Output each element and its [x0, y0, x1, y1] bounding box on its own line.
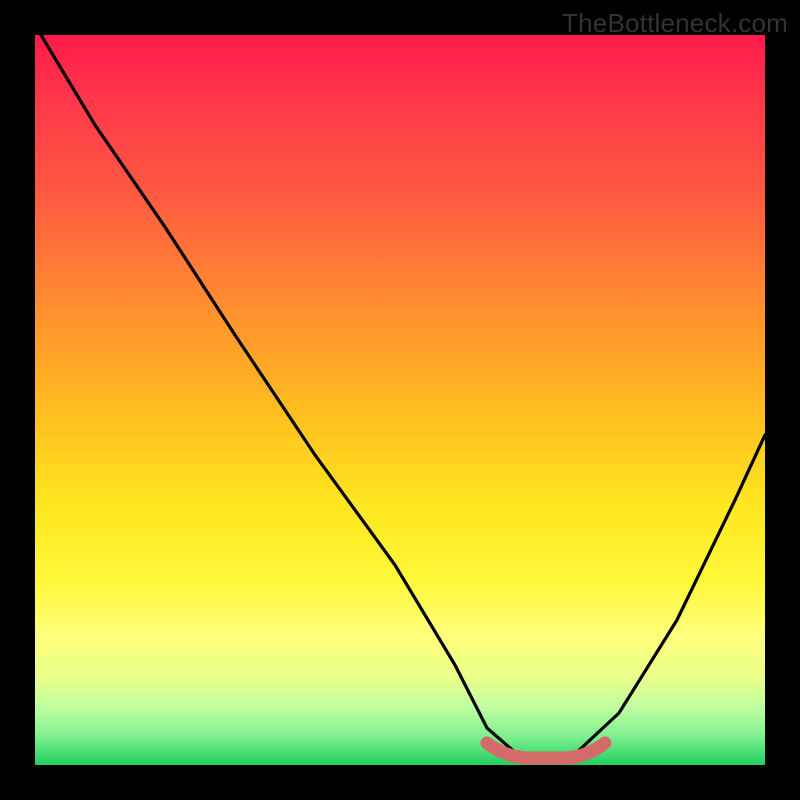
curve-layer [35, 35, 765, 765]
plot-area [35, 35, 765, 765]
watermark-text: TheBottleneck.com [562, 8, 788, 39]
bottleneck-curve [35, 35, 765, 760]
chart-container: TheBottleneck.com [0, 0, 800, 800]
